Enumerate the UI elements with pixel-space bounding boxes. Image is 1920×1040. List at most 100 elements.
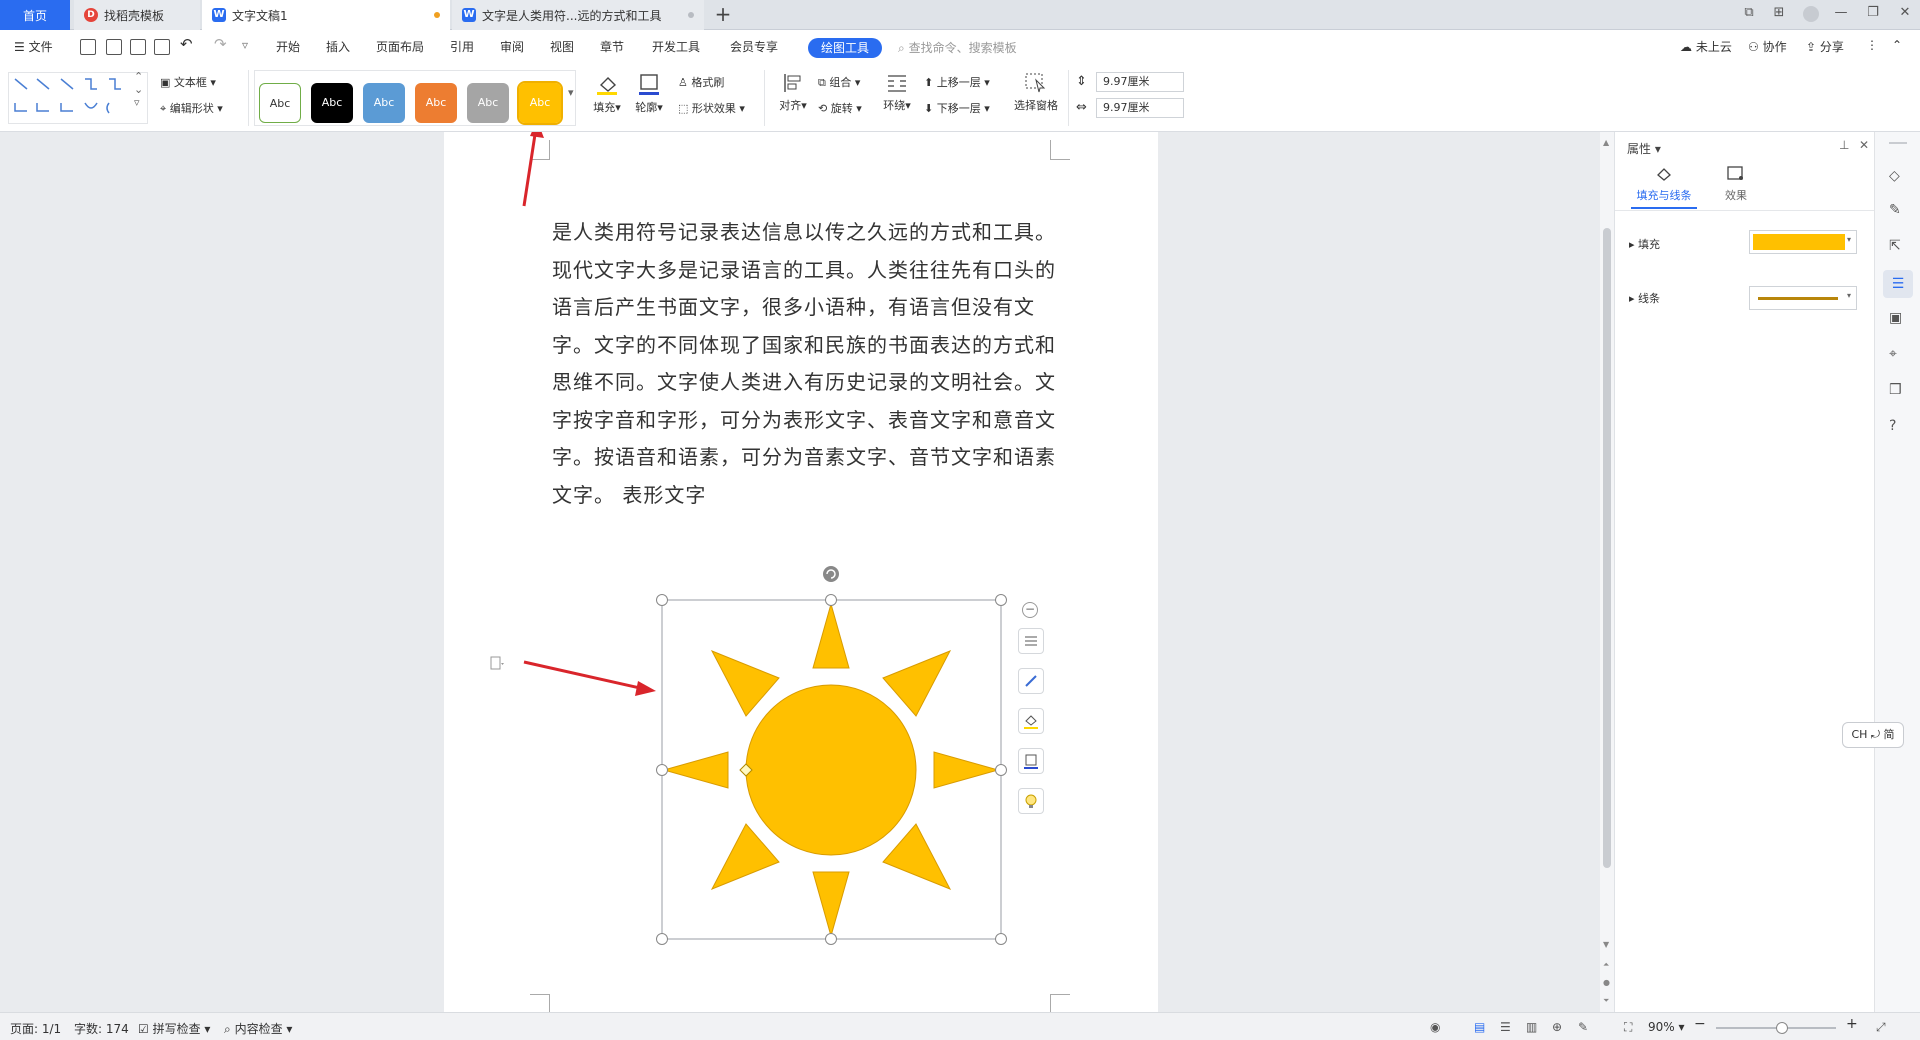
eye-protection-icon[interactable]: ◉ bbox=[1430, 1020, 1440, 1034]
page-jump-icon[interactable]: ● bbox=[1603, 978, 1610, 987]
group-button[interactable]: ⧉ 组合 ▾ bbox=[818, 74, 860, 90]
tab-effects[interactable]: 效果 bbox=[1711, 164, 1761, 203]
book-icon[interactable]: ❒ bbox=[1889, 382, 1907, 400]
style-preset-gold[interactable]: Abc bbox=[517, 81, 563, 125]
export-pdf-icon[interactable] bbox=[106, 39, 122, 55]
web-view-icon[interactable]: ⊕ bbox=[1552, 1020, 1562, 1034]
menu-item-member[interactable]: 会员专享 bbox=[730, 38, 778, 55]
style-preset-blue[interactable]: Abc bbox=[363, 83, 405, 123]
spell-check-button[interactable]: ☑ 拼写检查 ▾ bbox=[138, 1020, 210, 1037]
send-backward-button[interactable]: ⬇ 下移一层 ▾ bbox=[924, 100, 990, 116]
shape-effects-button[interactable]: ⬚ 形状效果 ▾ bbox=[678, 100, 745, 116]
fill-color-picker[interactable]: ▾ bbox=[1749, 230, 1857, 254]
word-count[interactable]: 字数: 174 bbox=[74, 1020, 129, 1037]
outline-button[interactable]: 轮廓▾ bbox=[630, 72, 668, 115]
new-tab-button[interactable]: + bbox=[712, 4, 734, 26]
menu-item-review[interactable]: 审阅 bbox=[500, 38, 524, 55]
tab-fill-and-line[interactable]: 填充与线条 bbox=[1631, 164, 1697, 209]
shape-width-input[interactable]: 9.97厘米 bbox=[1096, 98, 1184, 118]
menu-item-start[interactable]: 开始 bbox=[276, 38, 300, 55]
menu-item-insert[interactable]: 插入 bbox=[326, 38, 350, 55]
shape-style-icon[interactable]: ◇ bbox=[1889, 168, 1907, 186]
align-button[interactable]: 对齐▾ bbox=[776, 72, 810, 113]
save-icon[interactable] bbox=[80, 39, 96, 55]
zoom-slider-thumb[interactable] bbox=[1776, 1022, 1788, 1034]
properties-sliders-icon[interactable]: ☰ bbox=[1883, 270, 1913, 298]
gallery-scroll-icon[interactable]: ⌃ ⌄ ▿ bbox=[134, 70, 143, 109]
style-preset-gray[interactable]: Abc bbox=[467, 83, 509, 123]
style-preset-black[interactable]: Abc bbox=[311, 83, 353, 123]
scroll-down-icon[interactable]: ▼ bbox=[1603, 940, 1609, 949]
collapse-ribbon-icon[interactable]: ⌃ bbox=[1892, 38, 1902, 52]
zoom-in-icon[interactable]: + bbox=[1846, 1016, 1858, 1032]
command-search[interactable]: ⌕ 查找命令、搜索模板 bbox=[898, 39, 1017, 56]
menu-item-references[interactable]: 引用 bbox=[450, 38, 474, 55]
select-cursor-icon[interactable]: ⇱ bbox=[1889, 238, 1907, 256]
line-section-toggle[interactable]: ▸ 线条 bbox=[1629, 290, 1660, 306]
properties-title[interactable]: 属性 ▾ bbox=[1627, 140, 1661, 157]
next-page-icon[interactable]: ⏷ bbox=[1603, 996, 1609, 1006]
location-icon[interactable]: ⌖ bbox=[1889, 346, 1907, 364]
tab-document-1[interactable]: W 文字文稿1 bbox=[202, 0, 450, 30]
style-gallery-more-icon[interactable]: ▾ bbox=[568, 86, 574, 99]
zoom-slider[interactable] bbox=[1716, 1022, 1836, 1034]
zoom-out-icon[interactable]: − bbox=[1694, 1016, 1706, 1032]
menu-item-chapter[interactable]: 章节 bbox=[600, 38, 624, 55]
line-color-picker[interactable]: ▾ bbox=[1749, 286, 1857, 310]
fullscreen-icon[interactable]: ⤢ bbox=[1876, 1020, 1886, 1035]
write-mode-icon[interactable]: ✎ bbox=[1578, 1020, 1588, 1034]
scrollbar-thumb[interactable] bbox=[1603, 228, 1611, 868]
textbox-button[interactable]: ▣ 文本框 ▾ bbox=[160, 74, 216, 90]
file-menu[interactable]: ☰ 文件 bbox=[14, 38, 53, 55]
selection-pane-button[interactable]: 选择窗格 bbox=[1010, 72, 1062, 113]
prev-page-icon[interactable]: ⏶ bbox=[1603, 960, 1609, 970]
collaborate-button[interactable]: ⚇ 协作 bbox=[1748, 38, 1787, 55]
fit-page-icon[interactable]: ⛶ bbox=[1624, 1020, 1632, 1035]
tab-close-dot-icon[interactable] bbox=[688, 12, 694, 18]
bring-forward-button[interactable]: ⬆ 上移一层 ▾ bbox=[924, 74, 990, 90]
zoom-level-dropdown[interactable]: 90% ▾ bbox=[1648, 1020, 1685, 1034]
tab-templates[interactable]: D 找稻壳模板 bbox=[74, 0, 200, 30]
format-painter-button[interactable]: ♙ 格式刷 bbox=[678, 74, 724, 90]
menu-item-view[interactable]: 视图 bbox=[550, 38, 574, 55]
cloud-status-button[interactable]: ☁ 未上云 bbox=[1680, 38, 1732, 55]
vertical-scrollbar[interactable]: ▲ ▼ ⏶ ● ⏷ bbox=[1600, 132, 1614, 1012]
style-preset-outline-green[interactable]: Abc bbox=[259, 83, 301, 123]
page-view-icon[interactable]: ▤ bbox=[1474, 1020, 1485, 1034]
rotate-button[interactable]: ⟲ 旋转 ▾ bbox=[818, 100, 862, 116]
help-icon[interactable]: ? bbox=[1889, 418, 1907, 436]
tab-document-2[interactable]: W 文字是人类用符...远的方式和工具 bbox=[452, 0, 704, 30]
close-panel-icon[interactable]: ✕ bbox=[1859, 138, 1869, 152]
undo-icon[interactable]: ↶ bbox=[180, 35, 193, 53]
tab-drawing-tools[interactable]: 绘图工具 bbox=[808, 38, 882, 58]
outline-view-icon[interactable]: ☰ bbox=[1500, 1020, 1511, 1034]
scroll-up-icon[interactable]: ▲ bbox=[1603, 138, 1609, 147]
ime-indicator[interactable]: CH ⤾ 简 bbox=[1842, 722, 1904, 748]
menu-item-dev-tools[interactable]: 开发工具 bbox=[652, 38, 700, 55]
menu-item-page-layout[interactable]: 页面布局 bbox=[376, 38, 424, 55]
shape-height-input[interactable]: 9.97厘米 bbox=[1096, 72, 1184, 92]
content-check-button[interactable]: ⌕ 内容检查 ▾ bbox=[224, 1020, 292, 1037]
print-preview-icon[interactable] bbox=[154, 39, 170, 55]
more-options-icon[interactable]: ⋮ bbox=[1866, 38, 1878, 52]
avatar[interactable] bbox=[1800, 5, 1822, 25]
line-shape-gallery[interactable] bbox=[8, 72, 148, 124]
edit-icon[interactable]: ✎ bbox=[1889, 202, 1907, 220]
quick-access-more-icon[interactable]: ▿ bbox=[242, 38, 248, 52]
pin-panel-icon[interactable]: ⊥ bbox=[1839, 138, 1849, 152]
app-grid-icon[interactable]: ⊞ bbox=[1768, 5, 1790, 25]
image-tools-icon[interactable]: ▣ bbox=[1889, 310, 1907, 328]
minimize-icon[interactable]: — bbox=[1830, 5, 1852, 25]
close-icon[interactable]: ✕ bbox=[1894, 5, 1916, 25]
redo-icon[interactable]: ↷ bbox=[214, 35, 227, 53]
wrap-text-button[interactable]: 环绕▾ bbox=[880, 72, 914, 113]
layout-mode-icon[interactable]: ⧉ bbox=[1738, 5, 1760, 25]
share-button[interactable]: ⇪ 分享 bbox=[1806, 38, 1844, 55]
style-preset-orange[interactable]: Abc bbox=[415, 83, 457, 123]
tab-home[interactable]: 首页 bbox=[0, 0, 70, 30]
print-icon[interactable] bbox=[130, 39, 146, 55]
restore-icon[interactable]: ❐ bbox=[1862, 5, 1884, 25]
page-indicator[interactable]: 页面: 1/1 bbox=[10, 1020, 61, 1037]
fill-button[interactable]: 填充▾ bbox=[590, 72, 624, 115]
edit-shape-button[interactable]: ⌖ 编辑形状 ▾ bbox=[160, 100, 223, 116]
